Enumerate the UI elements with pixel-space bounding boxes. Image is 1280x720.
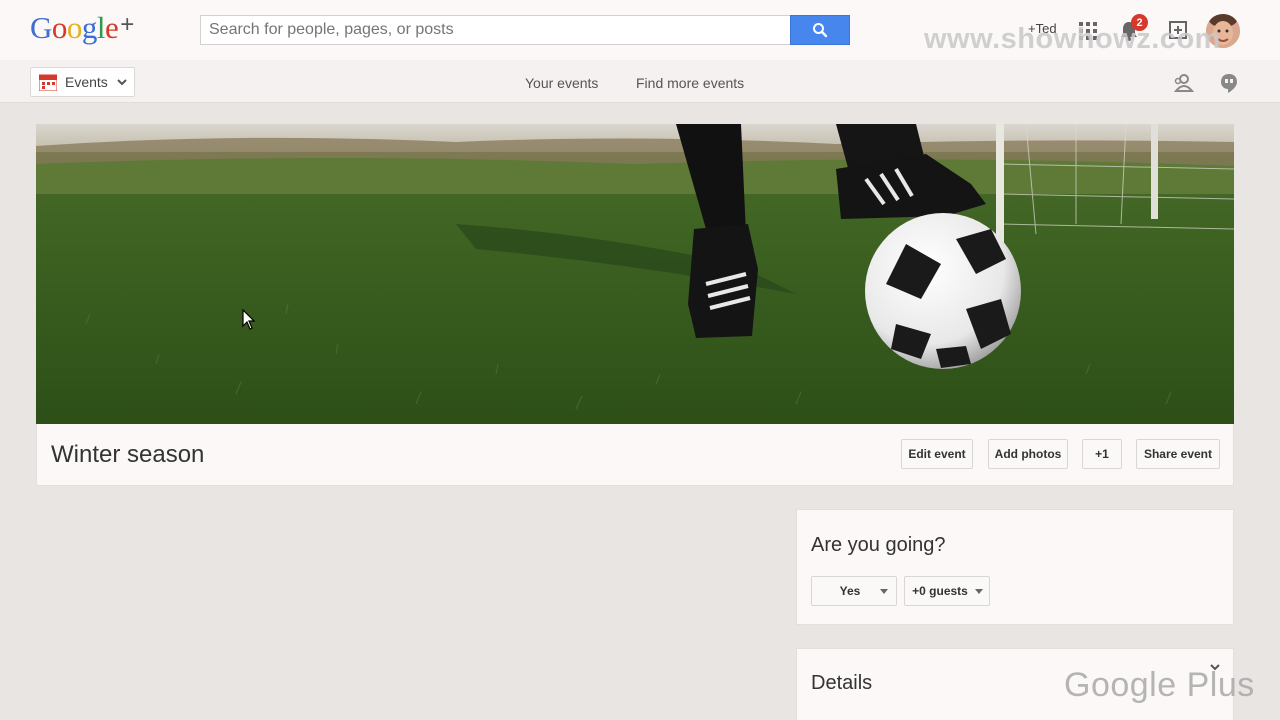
- rsvp-answer-label: Yes: [839, 584, 861, 598]
- caret-down-icon: [975, 588, 983, 594]
- event-cover-photo: [36, 124, 1234, 424]
- search-button[interactable]: [790, 15, 850, 45]
- soccer-cover-image: [36, 124, 1234, 424]
- watermark-label: Google Plus: [1064, 666, 1255, 704]
- search-icon: [813, 23, 828, 38]
- nav-your-events[interactable]: Your events: [525, 75, 598, 91]
- google-plus-logo[interactable]: Google+: [30, 10, 134, 46]
- calendar-icon: [39, 74, 57, 91]
- events-dropdown[interactable]: Events: [30, 67, 135, 97]
- share-event-button[interactable]: Share event: [1136, 439, 1220, 469]
- event-header-card: Winter season Edit event Add photos +1 S…: [36, 424, 1234, 486]
- guests-dropdown[interactable]: +0 guests: [904, 576, 990, 606]
- guests-label: +0 guests: [912, 584, 968, 598]
- details-title: Details: [811, 672, 873, 694]
- plus-one-button[interactable]: +1: [1082, 439, 1122, 469]
- caret-down-icon: [880, 588, 888, 594]
- events-dropdown-label: Events: [65, 74, 108, 90]
- people-icon[interactable]: [1172, 72, 1194, 94]
- rsvp-card: Are you going? Yes +0 guests: [796, 509, 1234, 625]
- edit-event-button[interactable]: Edit event: [901, 439, 973, 469]
- hangouts-icon[interactable]: [1218, 72, 1240, 94]
- sub-navigation: Events Your events Find more events: [0, 60, 1280, 103]
- mouse-cursor-icon: [242, 309, 256, 330]
- rsvp-title: Are you going?: [811, 534, 946, 556]
- watermark-url: www.showhowz.com: [924, 23, 1221, 55]
- rsvp-answer-dropdown[interactable]: Yes: [811, 576, 897, 606]
- nav-find-more-events[interactable]: Find more events: [636, 75, 744, 91]
- chevron-down-icon: [117, 79, 127, 86]
- event-title: Winter season: [51, 441, 205, 468]
- add-photos-button[interactable]: Add photos: [988, 439, 1068, 469]
- search-input[interactable]: [200, 15, 791, 45]
